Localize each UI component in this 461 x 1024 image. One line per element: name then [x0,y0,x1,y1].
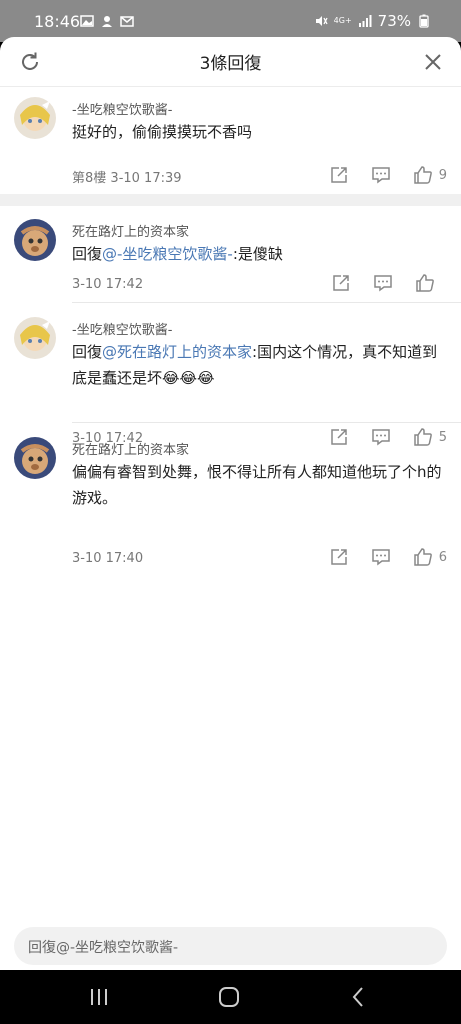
battery-icon [419,14,429,28]
comment-actions [309,273,447,293]
comment-author[interactable]: -坐吃粮空饮歌酱- [72,99,172,118]
section-divider [0,194,461,206]
share-button[interactable] [329,547,349,567]
comment-icon [374,275,392,292]
reply-prefix: 回復 [72,245,103,263]
comment-text: :是傻缺 [232,245,283,263]
reply-text: 回復@-坐吃粮空饮歌酱-:是傻缺 [72,241,448,267]
avatar[interactable] [14,219,56,261]
mention-link[interactable]: @-坐吃粮空饮歌酱- [102,245,233,263]
status-bar: 18:46 4G+ 73% [0,0,461,42]
reply-input[interactable]: 回復@-坐吃粮空饮歌酱- [14,927,447,965]
thumbs-up-icon [416,274,434,292]
close-icon[interactable] [421,50,445,74]
back-icon[interactable] [350,986,366,1008]
reply-text: 回復@死在路灯上的资本家:国内这个情况，真不知道到底是蠢还是坏😂😂😂 [72,339,448,391]
signal-icon [358,15,372,27]
reply-item: 死在路灯上的资本家 偏偏有睿智到处舞，恨不得让所有人都知道他玩了个h的游戏。 3… [0,433,461,566]
reply-button[interactable] [371,547,391,567]
comment-author[interactable]: -坐吃粮空饮歌酱- [72,319,172,338]
mute-icon [315,16,328,26]
like-button[interactable] [415,273,447,293]
comment-text: 挺好的，偷偷摸摸玩不香吗 [72,123,253,141]
page-title: 3條回復 [199,54,262,74]
comment-actions: 6 [307,547,447,567]
reply-placeholder: 回復@-坐吃粮空饮歌酱- [28,940,179,956]
comment-time: 3-10 17:39 [110,171,182,186]
comment-icon [371,167,390,184]
thumbs-up-icon [413,166,432,184]
comment-text: 偏偏有睿智到处舞，恨不得让所有人都知道他玩了个h的游戏。 [72,463,442,507]
comment-author[interactable]: 死在路灯上的资本家 [72,439,189,458]
share-icon [333,275,349,291]
like-count: 6 [438,549,447,565]
floor-number: 第8樓 [72,171,107,186]
share-button[interactable] [331,273,351,293]
mention-link[interactable]: @死在路灯上的资本家 [102,343,252,361]
sheet-header: 3條回復 [0,37,461,87]
status-time: 18:46 [34,12,81,31]
like-count: 9 [438,167,447,183]
main-comment: -坐吃粮空饮歌酱- 挺好的，偷偷摸摸玩不香吗 第8樓 3-10 17:39 9 [0,93,461,193]
share-icon [330,549,347,565]
image-icon [80,15,94,27]
divider [72,422,461,423]
battery-percent: 73% [377,12,411,30]
reply-item: -坐吃粮空饮歌酱- 回復@死在路灯上的资本家:国内这个情况，真不知道到底是蠢还是… [0,313,461,446]
system-nav-bar [0,970,461,1024]
status-right: 4G+ 73% [314,12,431,30]
comment-icon [371,549,390,566]
reply-item: 死在路灯上的资本家 回復@-坐吃粮空饮歌酱-:是傻缺 3-10 17:42 [0,215,461,301]
avatar[interactable] [14,437,56,479]
app-notification-icon [102,16,112,27]
reply-button[interactable] [373,273,393,293]
network-type: 4G+ [333,16,352,25]
comment-meta: 第8樓 3-10 17:39 [72,167,182,186]
comment-author[interactable]: 死在路灯上的资本家 [72,221,189,240]
comment-time: 3-10 17:40 [72,551,144,566]
notification-icons [80,14,134,28]
share-icon [330,167,347,183]
home-icon[interactable] [218,986,240,1008]
avatar[interactable] [14,97,56,139]
mail-icon [120,16,134,27]
reply-prefix: 回復 [72,343,103,361]
comment-time: 3-10 17:42 [72,277,144,292]
like-button[interactable]: 9 [413,165,447,185]
recent-apps-icon[interactable] [88,988,110,1006]
comment-actions: 9 [307,165,447,185]
thumbs-up-icon [413,548,432,566]
like-button[interactable]: 6 [413,547,447,567]
replies-sheet: 3條回復 -坐吃粮空饮歌酱- 挺好的，偷偷摸摸玩不香吗 第8樓 3-10 17:… [0,37,461,970]
avatar[interactable] [14,317,56,359]
share-button[interactable] [329,165,349,185]
divider [72,302,461,303]
reply-button[interactable] [371,165,391,185]
